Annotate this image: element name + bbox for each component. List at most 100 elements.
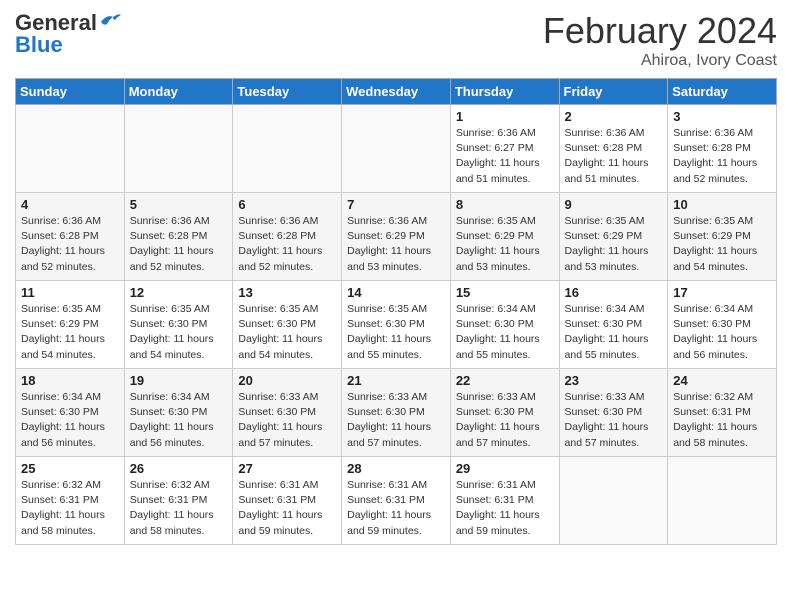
title-area: February 2024 Ahiroa, Ivory Coast <box>543 10 777 70</box>
calendar-cell: 2 Sunrise: 6:36 AMSunset: 6:28 PMDaylight… <box>559 105 668 193</box>
calendar-cell: 12 Sunrise: 6:35 AMSunset: 6:30 PMDayligh… <box>124 281 233 369</box>
calendar-cell: 14 Sunrise: 6:35 AMSunset: 6:30 PMDayligh… <box>342 281 451 369</box>
calendar-cell <box>16 105 125 193</box>
day-info: Sunrise: 6:31 AMSunset: 6:31 PMDaylight:… <box>347 478 445 539</box>
day-number: 29 <box>456 461 554 476</box>
day-info: Sunrise: 6:33 AMSunset: 6:30 PMDaylight:… <box>456 390 554 451</box>
calendar-cell: 11 Sunrise: 6:35 AMSunset: 6:29 PMDayligh… <box>16 281 125 369</box>
day-number: 20 <box>238 373 336 388</box>
day-number: 3 <box>673 109 771 124</box>
calendar-cell <box>342 105 451 193</box>
day-info: Sunrise: 6:36 AMSunset: 6:28 PMDaylight:… <box>238 214 336 275</box>
day-number: 2 <box>565 109 663 124</box>
header: General Blue February 2024 Ahiroa, Ivory… <box>15 10 777 70</box>
day-info: Sunrise: 6:34 AMSunset: 6:30 PMDaylight:… <box>565 302 663 363</box>
calendar-cell: 1 Sunrise: 6:36 AMSunset: 6:27 PMDaylight… <box>450 105 559 193</box>
day-info: Sunrise: 6:36 AMSunset: 6:28 PMDaylight:… <box>673 126 771 187</box>
day-number: 21 <box>347 373 445 388</box>
calendar-cell <box>124 105 233 193</box>
calendar-cell: 25 Sunrise: 6:32 AMSunset: 6:31 PMDayligh… <box>16 457 125 545</box>
day-number: 13 <box>238 285 336 300</box>
day-info: Sunrise: 6:33 AMSunset: 6:30 PMDaylight:… <box>347 390 445 451</box>
calendar-cell: 5Sunrise: 6:36 AMSunset: 6:28 PMDaylight… <box>124 193 233 281</box>
day-info: Sunrise: 6:34 AMSunset: 6:30 PMDaylight:… <box>673 302 771 363</box>
weekday-header-wednesday: Wednesday <box>342 79 451 105</box>
month-title: February 2024 <box>543 10 777 52</box>
day-info: Sunrise: 6:35 AMSunset: 6:29 PMDaylight:… <box>565 214 663 275</box>
day-number: 4 <box>21 197 119 212</box>
weekday-header-sunday: Sunday <box>16 79 125 105</box>
day-info: Sunrise: 6:34 AMSunset: 6:30 PMDaylight:… <box>21 390 119 451</box>
logo-bird-icon <box>99 12 121 30</box>
day-number: 17 <box>673 285 771 300</box>
calendar-cell: 17 Sunrise: 6:34 AMSunset: 6:30 PMDayligh… <box>668 281 777 369</box>
day-info: Sunrise: 6:36 AMSunset: 6:27 PMDaylight:… <box>456 126 554 187</box>
day-number: 24 <box>673 373 771 388</box>
weekday-header-thursday: Thursday <box>450 79 559 105</box>
day-number: 12 <box>130 285 228 300</box>
calendar-cell: 10 Sunrise: 6:35 AMSunset: 6:29 PMDayligh… <box>668 193 777 281</box>
calendar-cell <box>233 105 342 193</box>
day-number: 25 <box>21 461 119 476</box>
day-info: Sunrise: 6:36 AMSunset: 6:28 PMDaylight:… <box>565 126 663 187</box>
day-info: Sunrise: 6:35 AMSunset: 6:30 PMDaylight:… <box>347 302 445 363</box>
calendar-cell: 15 Sunrise: 6:34 AMSunset: 6:30 PMDayligh… <box>450 281 559 369</box>
day-info: Sunrise: 6:34 AMSunset: 6:30 PMDaylight:… <box>130 390 228 451</box>
calendar-cell: 27Sunrise: 6:31 AMSunset: 6:31 PMDayligh… <box>233 457 342 545</box>
calendar-cell: 28 Sunrise: 6:31 AMSunset: 6:31 PMDayligh… <box>342 457 451 545</box>
day-number: 27 <box>238 461 336 476</box>
calendar-cell: 24 Sunrise: 6:32 AMSunset: 6:31 PMDayligh… <box>668 369 777 457</box>
day-info: Sunrise: 6:36 AMSunset: 6:28 PMDaylight:… <box>21 214 119 275</box>
logo: General Blue <box>15 10 121 58</box>
calendar-cell <box>668 457 777 545</box>
day-number: 5 <box>130 197 228 212</box>
day-number: 18 <box>21 373 119 388</box>
day-info: Sunrise: 6:34 AMSunset: 6:30 PMDaylight:… <box>456 302 554 363</box>
day-number: 9 <box>565 197 663 212</box>
calendar-cell <box>559 457 668 545</box>
day-number: 16 <box>565 285 663 300</box>
weekday-header-tuesday: Tuesday <box>233 79 342 105</box>
day-info: Sunrise: 6:35 AMSunset: 6:30 PMDaylight:… <box>238 302 336 363</box>
day-number: 26 <box>130 461 228 476</box>
calendar-cell: 21 Sunrise: 6:33 AMSunset: 6:30 PMDayligh… <box>342 369 451 457</box>
weekday-header-saturday: Saturday <box>668 79 777 105</box>
day-info: Sunrise: 6:33 AMSunset: 6:30 PMDaylight:… <box>565 390 663 451</box>
day-number: 28 <box>347 461 445 476</box>
calendar-cell: 19 Sunrise: 6:34 AMSunset: 6:30 PMDayligh… <box>124 369 233 457</box>
day-info: Sunrise: 6:35 AMSunset: 6:29 PMDaylight:… <box>456 214 554 275</box>
calendar-cell: 18 Sunrise: 6:34 AMSunset: 6:30 PMDayligh… <box>16 369 125 457</box>
calendar-cell: 26 Sunrise: 6:32 AMSunset: 6:31 PMDayligh… <box>124 457 233 545</box>
day-number: 15 <box>456 285 554 300</box>
weekday-header-friday: Friday <box>559 79 668 105</box>
calendar-cell: 23 Sunrise: 6:33 AMSunset: 6:30 PMDayligh… <box>559 369 668 457</box>
day-info: Sunrise: 6:35 AMSunset: 6:30 PMDaylight:… <box>130 302 228 363</box>
day-number: 1 <box>456 109 554 124</box>
calendar-cell: 4 Sunrise: 6:36 AMSunset: 6:28 PMDaylight… <box>16 193 125 281</box>
weekday-header-monday: Monday <box>124 79 233 105</box>
day-number: 22 <box>456 373 554 388</box>
day-info: Sunrise: 6:31 AMSunset: 6:31 PMDaylight:… <box>456 478 554 539</box>
day-info: Sunrise: 6:32 AMSunset: 6:31 PMDaylight:… <box>21 478 119 539</box>
calendar-cell: 7 Sunrise: 6:36 AMSunset: 6:29 PMDaylight… <box>342 193 451 281</box>
day-number: 8 <box>456 197 554 212</box>
calendar-table: SundayMondayTuesdayWednesdayThursdayFrid… <box>15 78 777 545</box>
calendar-cell: 6Sunrise: 6:36 AMSunset: 6:28 PMDaylight… <box>233 193 342 281</box>
calendar-cell: 16 Sunrise: 6:34 AMSunset: 6:30 PMDayligh… <box>559 281 668 369</box>
day-number: 7 <box>347 197 445 212</box>
day-info: Sunrise: 6:33 AMSunset: 6:30 PMDaylight:… <box>238 390 336 451</box>
day-info: Sunrise: 6:36 AMSunset: 6:29 PMDaylight:… <box>347 214 445 275</box>
calendar-cell: 20 Sunrise: 6:33 AMSunset: 6:30 PMDayligh… <box>233 369 342 457</box>
calendar-cell: 13 Sunrise: 6:35 AMSunset: 6:30 PMDayligh… <box>233 281 342 369</box>
day-number: 19 <box>130 373 228 388</box>
day-info: Sunrise: 6:35 AMSunset: 6:29 PMDaylight:… <box>673 214 771 275</box>
day-info: Sunrise: 6:32 AMSunset: 6:31 PMDaylight:… <box>130 478 228 539</box>
day-number: 14 <box>347 285 445 300</box>
day-number: 23 <box>565 373 663 388</box>
day-info: Sunrise: 6:35 AMSunset: 6:29 PMDaylight:… <box>21 302 119 363</box>
calendar-cell: 29 Sunrise: 6:31 AMSunset: 6:31 PMDayligh… <box>450 457 559 545</box>
day-number: 10 <box>673 197 771 212</box>
day-info: Sunrise: 6:32 AMSunset: 6:31 PMDaylight:… <box>673 390 771 451</box>
location-title: Ahiroa, Ivory Coast <box>543 52 777 70</box>
day-number: 11 <box>21 285 119 300</box>
